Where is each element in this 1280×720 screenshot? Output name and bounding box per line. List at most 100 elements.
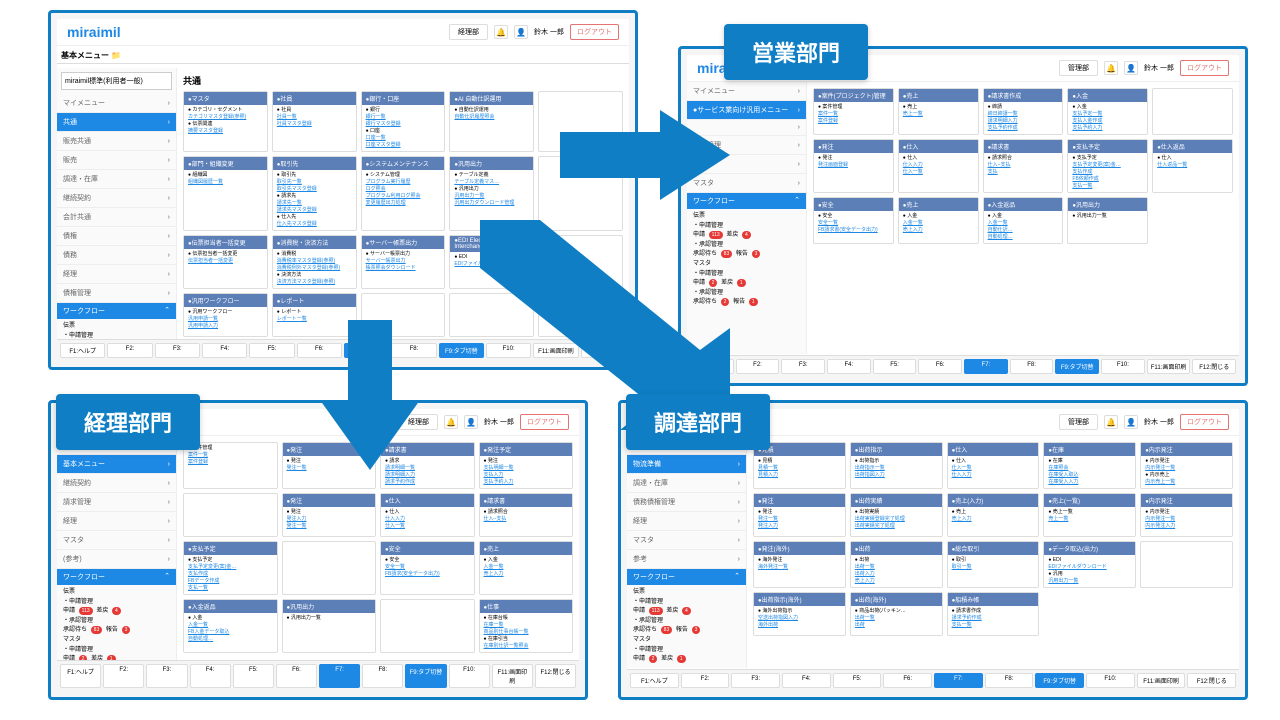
workflow-header[interactable]: ワークフロー⌃ xyxy=(57,303,176,319)
sidebar-item[interactable]: 会計共通› xyxy=(57,208,176,227)
sidebar-item[interactable]: 参考› xyxy=(627,550,746,569)
wf-item[interactable]: マスタ xyxy=(633,636,740,646)
fkey[interactable]: F10: xyxy=(1086,673,1135,688)
wf-item[interactable]: ・申請管理 xyxy=(63,646,170,656)
sidebar-item[interactable]: 調達・在庫› xyxy=(627,474,746,493)
sidebar-item[interactable]: 販売共通› xyxy=(57,132,176,151)
fkey[interactable]: F10: xyxy=(1101,359,1145,374)
wf-item[interactable]: 伝票 xyxy=(63,588,170,598)
logo: miraimil xyxy=(67,24,121,40)
fkey[interactable]: F7: xyxy=(934,673,983,688)
fkey[interactable]: F2: xyxy=(103,664,144,688)
menu-card: ●仕入● 仕入仕入入力仕入一覧 xyxy=(380,493,475,537)
fkey[interactable]: F12:閉じる xyxy=(1192,359,1236,374)
sidebar-item[interactable]: 債権› xyxy=(57,227,176,246)
fkey[interactable]: F12:閉じる xyxy=(535,664,576,688)
wf-item[interactable]: ・申請管理 xyxy=(63,598,170,608)
fkey[interactable]: F4: xyxy=(190,664,231,688)
wf-item[interactable]: ・申請管理 xyxy=(633,646,740,656)
fkey[interactable]: F9:タブ切替 xyxy=(405,664,446,688)
fkey[interactable]: F3: xyxy=(731,673,780,688)
wf-item[interactable]: 申請 113 差戻 4 xyxy=(63,607,170,617)
fkey[interactable]: F11:画面印刷 xyxy=(492,664,533,688)
sidebar-item[interactable]: マスタ› xyxy=(627,531,746,550)
user-icon[interactable]: 👤 xyxy=(514,25,528,39)
wf-item[interactable]: 伝票 xyxy=(63,322,170,332)
sidebar-item[interactable]: 請求管理› xyxy=(57,493,176,512)
sidebar-select[interactable]: miraimil標準(利用者一般) xyxy=(61,72,172,90)
sidebar-item[interactable]: 販売› xyxy=(57,151,176,170)
fkey[interactable]: F3: xyxy=(781,359,825,374)
fkey[interactable]: F6: xyxy=(883,673,932,688)
fkey[interactable]: F2: xyxy=(681,673,730,688)
sidebar-item[interactable]: 経理› xyxy=(627,512,746,531)
dept-select[interactable]: 経理部 xyxy=(449,24,488,40)
sidebar-item[interactable]: 経理› xyxy=(57,512,176,531)
menu-card: ●部門・組織変更● 組織図組織図履歴一覧 xyxy=(183,156,268,231)
wf-item[interactable]: マスタ xyxy=(63,636,170,646)
menu-card: ●出荷指示● 出荷指示出荷指示一覧出荷指図入力 xyxy=(850,442,943,489)
sidebar-item[interactable]: 継続契約› xyxy=(57,474,176,493)
fkey[interactable]: F2: xyxy=(107,343,152,358)
sidebar-item[interactable]: 共通› xyxy=(57,113,176,132)
sidebar-item[interactable]: マイメニュー› xyxy=(687,82,806,101)
sidebar-item[interactable]: 経理› xyxy=(57,265,176,284)
wf-item[interactable]: ・申請管理 xyxy=(633,598,740,608)
fkey[interactable]: F1:ヘルプ xyxy=(630,673,679,688)
fkey[interactable]: F9:タブ切替 xyxy=(1035,673,1084,688)
fkey[interactable]: F5: xyxy=(233,664,274,688)
label-proc: 調達部門 xyxy=(626,394,770,450)
menu-card: ●汎用ワークフロー● 汎用ワークフロー汎用申請一覧汎用申請入力 xyxy=(183,293,268,337)
fkey[interactable]: F8: xyxy=(985,673,1034,688)
sidebar-item[interactable]: 債務債権管理› xyxy=(627,493,746,512)
header: miraimil 経理部 🔔 👤 鈴木 一郎 ログアウト xyxy=(57,19,629,46)
fkey[interactable]: F1:ヘルプ xyxy=(60,343,105,358)
fkey[interactable]: F12:閉じる xyxy=(1187,673,1236,688)
wf-item[interactable]: 伝票 xyxy=(633,588,740,598)
menu-card: ●入金● 入金支払予定一覧支払入金作成支払予約入力 xyxy=(1067,88,1148,135)
menu-card: ●仕入● 仕入仕入一覧仕入入力 xyxy=(947,442,1040,489)
fkey[interactable]: F4: xyxy=(782,673,831,688)
fkey[interactable]: F11:画面印刷 xyxy=(1137,673,1186,688)
fkey[interactable]: F4: xyxy=(827,359,871,374)
menu-card: ●案件(プロジェクト)管理● 案件管理案件一覧案件登録 xyxy=(813,88,894,135)
fkey[interactable]: F5: xyxy=(873,359,917,374)
fkey[interactable]: F9:タブ切替 xyxy=(439,343,484,358)
wf-item[interactable]: 申請 2 差戻 1 xyxy=(633,655,740,665)
sidebar-item[interactable]: マイメニュー› xyxy=(57,94,176,113)
fkey[interactable]: F7: xyxy=(964,359,1008,374)
fkey[interactable]: F5: xyxy=(249,343,294,358)
fkey[interactable]: F3: xyxy=(146,664,187,688)
fkey[interactable]: F6: xyxy=(276,664,317,688)
fkey[interactable]: F1:ヘルプ xyxy=(60,664,101,688)
sidebar-item[interactable]: 継続契約› xyxy=(57,189,176,208)
fkey[interactable]: F10: xyxy=(449,664,490,688)
wf-item[interactable]: 申請 113 差戻 4 xyxy=(633,607,740,617)
fkey[interactable]: F5: xyxy=(833,673,882,688)
fkey[interactable]: F9:タブ切替 xyxy=(1055,359,1099,374)
fkey[interactable]: F8: xyxy=(362,664,403,688)
fkey[interactable]: F4: xyxy=(202,343,247,358)
sidebar-item[interactable]: マスタ› xyxy=(57,531,176,550)
menu-card: ●仕入返品● 仕入仕入返品一覧 xyxy=(1152,139,1233,193)
sidebar-item[interactable]: 調達・在庫› xyxy=(57,170,176,189)
sidebar-item[interactable]: 物流準備› xyxy=(627,455,746,474)
wf-item[interactable]: 承認待ち 83 報告 3 xyxy=(633,626,740,636)
menu-card: ●出荷実績● 出荷実績出荷実績登録完了処理出荷実績完了処理 xyxy=(850,493,943,537)
sidebar-item[interactable]: (参考)› xyxy=(57,550,176,569)
logout-button[interactable]: ログアウト xyxy=(570,24,619,40)
sidebar-item[interactable]: 債権管理› xyxy=(57,284,176,303)
fkey[interactable]: F6: xyxy=(918,359,962,374)
wf-item[interactable]: 承認待ち 83 報告 3 xyxy=(63,626,170,636)
page-title: 基本メニュー 📁 xyxy=(57,46,629,64)
fkey[interactable]: F3: xyxy=(155,343,200,358)
wf-item[interactable]: ・承認管理 xyxy=(633,617,740,627)
fkey[interactable]: F7: xyxy=(319,664,360,688)
sidebar-item[interactable]: 基本メニュー› xyxy=(57,455,176,474)
bell-icon[interactable]: 🔔 xyxy=(494,25,508,39)
sidebar-item[interactable]: 債務› xyxy=(57,246,176,265)
fkey[interactable]: F11:画面印刷 xyxy=(1147,359,1191,374)
wf-item[interactable]: ・承認管理 xyxy=(63,617,170,627)
fkey[interactable]: F8: xyxy=(1010,359,1054,374)
fkey[interactable]: F2: xyxy=(736,359,780,374)
